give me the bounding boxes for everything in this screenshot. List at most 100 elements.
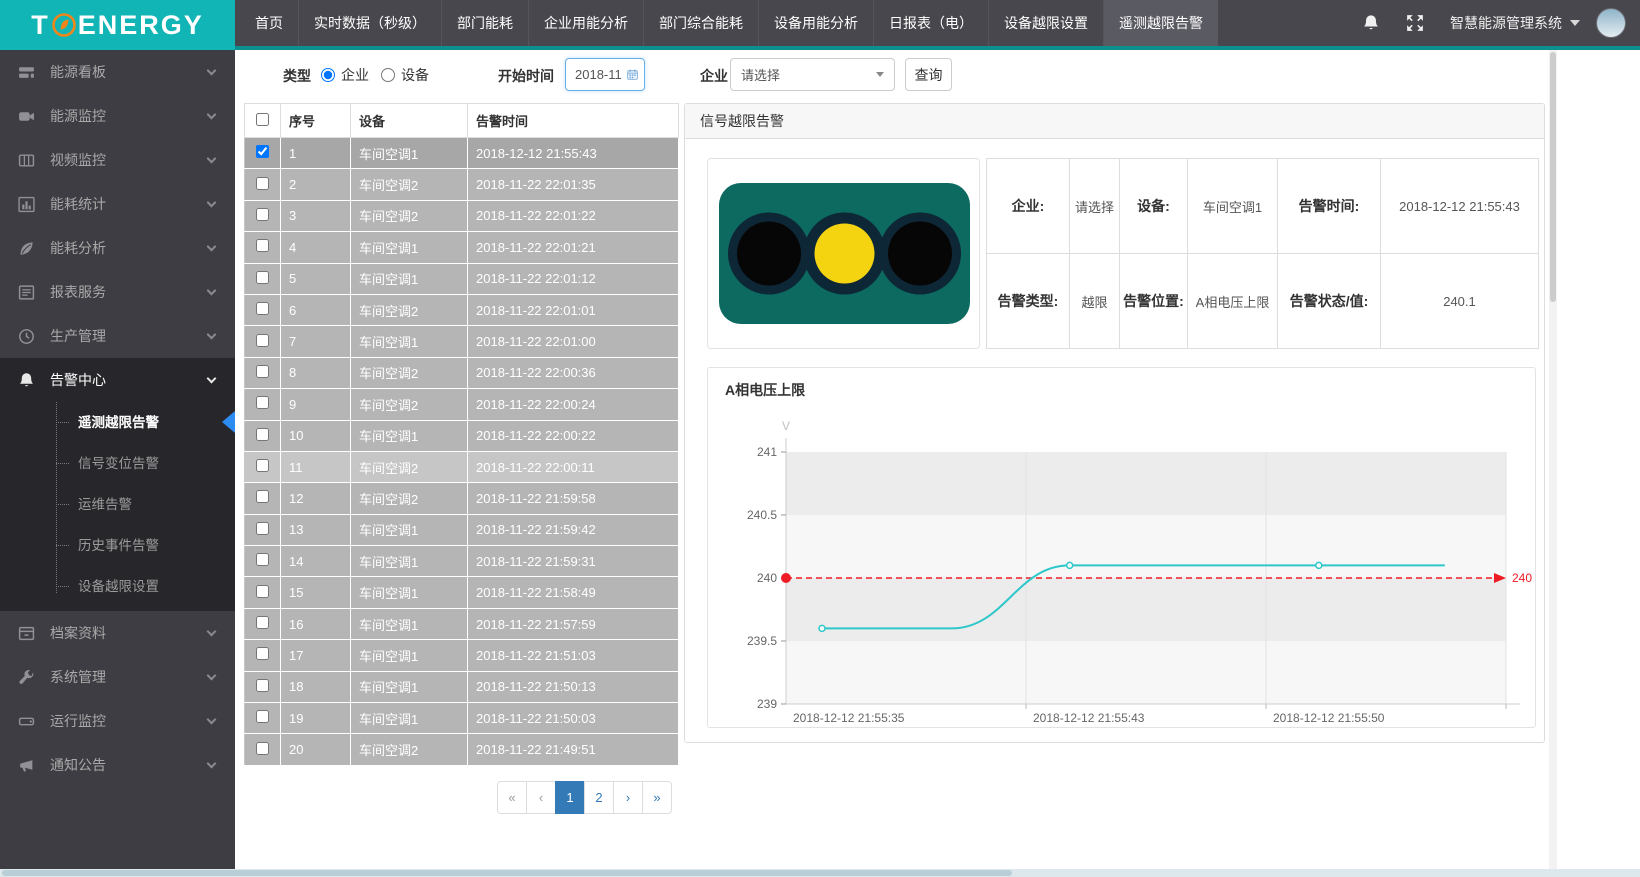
table-row[interactable]: 13车间空调12018-11-22 21:59:42 [245, 514, 679, 545]
cell-device: 车间空调1 [351, 263, 468, 294]
cell-device: 车间空调1 [351, 514, 468, 545]
radio-device-input[interactable] [381, 68, 395, 82]
table-row[interactable]: 7车间空调12018-11-22 22:01:00 [245, 326, 679, 357]
page-button-1[interactable]: 1 [555, 781, 585, 814]
page-button-›[interactable]: › [613, 781, 643, 814]
start-time-field[interactable] [565, 58, 645, 91]
radio-enterprise[interactable]: 企业 [321, 65, 369, 85]
cell-no: 9 [281, 389, 351, 420]
sidebar-item-报表服务[interactable]: 报表服务 [0, 270, 235, 314]
row-checkbox[interactable] [256, 679, 269, 692]
row-checkbox[interactable] [256, 585, 269, 598]
cell-no: 12 [281, 483, 351, 514]
nav-item[interactable]: 企业用能分析 [528, 0, 643, 46]
table-row[interactable]: 9车间空调22018-11-22 22:00:24 [245, 389, 679, 420]
sidebar-subitem-遥测越限告警[interactable]: 遥测越限告警 [0, 402, 235, 443]
row-checkbox[interactable] [256, 522, 269, 535]
row-checkbox[interactable] [256, 553, 269, 566]
notification-bell-icon[interactable] [1362, 14, 1380, 32]
row-checkbox[interactable] [256, 396, 269, 409]
sidebar-item-能耗分析[interactable]: 能耗分析 [0, 226, 235, 270]
row-checkbox-cell [245, 232, 281, 263]
select-all-checkbox[interactable] [256, 113, 269, 126]
vertical-scrollbar[interactable] [1549, 50, 1557, 870]
table-row[interactable]: 18车间空调12018-11-22 21:50:13 [245, 671, 679, 702]
row-checkbox[interactable] [256, 271, 269, 284]
nav-item[interactable]: 日报表（电） [873, 0, 988, 46]
row-checkbox[interactable] [256, 742, 269, 755]
table-row[interactable]: 5车间空调12018-11-22 22:01:12 [245, 263, 679, 294]
nav-item[interactable]: 遥测越限告警 [1103, 0, 1218, 46]
cell-time: 2018-11-22 21:57:59 [468, 608, 679, 639]
radio-device[interactable]: 设备 [381, 65, 429, 85]
row-checkbox[interactable] [256, 490, 269, 503]
row-checkbox[interactable] [256, 302, 269, 315]
page-button-»[interactable]: » [642, 781, 672, 814]
nav-item[interactable]: 首页 [240, 0, 298, 46]
page-button-2[interactable]: 2 [584, 781, 614, 814]
row-checkbox[interactable] [256, 616, 269, 629]
table-row[interactable]: 11车间空调22018-11-22 22:00:11 [245, 451, 679, 482]
sidebar-subitem-运维告警[interactable]: 运维告警 [0, 484, 235, 525]
fullscreen-icon[interactable] [1406, 14, 1424, 32]
kanban-icon [18, 64, 35, 81]
row-checkbox[interactable] [256, 647, 269, 660]
row-checkbox[interactable] [256, 334, 269, 347]
nav-item[interactable]: 实时数据（秒级） [298, 0, 441, 46]
row-checkbox[interactable] [256, 365, 269, 378]
vertical-scrollbar-thumb[interactable] [1550, 52, 1556, 302]
sidebar-subitem-信号变位告警[interactable]: 信号变位告警 [0, 443, 235, 484]
sidebar-subitem-历史事件告警[interactable]: 历史事件告警 [0, 525, 235, 566]
sidebar-item-能源看板[interactable]: 能源看板 [0, 50, 235, 94]
table-row[interactable]: 20车间空调22018-11-22 21:49:51 [245, 734, 679, 765]
table-row[interactable]: 2车间空调22018-11-22 22:01:35 [245, 169, 679, 200]
row-checkbox[interactable] [256, 428, 269, 441]
sidebar-item-能耗统计[interactable]: 能耗统计 [0, 182, 235, 226]
radio-enterprise-input[interactable] [321, 68, 335, 82]
nav-item[interactable]: 设备越限设置 [988, 0, 1103, 46]
calendar-icon[interactable] [627, 67, 638, 82]
cell-no: 18 [281, 671, 351, 702]
horizontal-scrollbar-thumb[interactable] [2, 870, 1012, 876]
table-row[interactable]: 3车间空调22018-11-22 22:01:22 [245, 200, 679, 231]
horizontal-scrollbar[interactable] [0, 869, 1640, 877]
table-row[interactable]: 1车间空调12018-12-12 21:55:43 [245, 138, 679, 169]
sidebar-item-视频监控[interactable]: 视频监控 [0, 138, 235, 182]
table-row[interactable]: 14车间空调12018-11-22 21:59:31 [245, 546, 679, 577]
row-checkbox-cell [245, 169, 281, 200]
nav-item[interactable]: 部门能耗 [441, 0, 528, 46]
table-row[interactable]: 15车间空调12018-11-22 21:58:49 [245, 577, 679, 608]
sidebar-item-能源监控[interactable]: 能源监控 [0, 94, 235, 138]
sidebar-item-通知公告[interactable]: 通知公告 [0, 743, 235, 787]
nav-item[interactable]: 设备用能分析 [758, 0, 873, 46]
table-row[interactable]: 16车间空调12018-11-22 21:57:59 [245, 608, 679, 639]
row-checkbox[interactable] [256, 208, 269, 221]
nav-item[interactable]: 部门综合能耗 [643, 0, 758, 46]
sidebar-item-生产管理[interactable]: 生产管理 [0, 314, 235, 358]
sidebar-subitem-设备越限设置[interactable]: 设备越限设置 [0, 566, 235, 607]
enterprise-select[interactable]: 请选择 [730, 58, 895, 91]
table-row[interactable]: 19车间空调12018-11-22 21:50:03 [245, 703, 679, 734]
sidebar-item-运行监控[interactable]: 运行监控 [0, 699, 235, 743]
table-row[interactable]: 4车间空调12018-11-22 22:01:21 [245, 232, 679, 263]
row-checkbox[interactable] [256, 239, 269, 252]
table-row[interactable]: 8车间空调22018-11-22 22:00:36 [245, 357, 679, 388]
sidebar-item-系统管理[interactable]: 系统管理 [0, 655, 235, 699]
avatar[interactable] [1596, 8, 1626, 38]
megaphone-icon [18, 757, 35, 774]
table-row[interactable]: 10车间空调12018-11-22 22:00:22 [245, 420, 679, 451]
info-value: 车间空调1 [1188, 159, 1278, 254]
sidebar-item-告警中心[interactable]: 告警中心 [0, 358, 235, 402]
table-row[interactable]: 12车间空调22018-11-22 21:59:58 [245, 483, 679, 514]
row-checkbox[interactable] [256, 145, 269, 158]
start-time-input[interactable] [575, 67, 627, 82]
sidebar-item-档案资料[interactable]: 档案资料 [0, 611, 235, 655]
table-row[interactable]: 6车间空调22018-11-22 22:01:01 [245, 294, 679, 325]
bell-icon [18, 372, 35, 389]
row-checkbox[interactable] [256, 710, 269, 723]
row-checkbox[interactable] [256, 459, 269, 472]
table-row[interactable]: 17车间空调12018-11-22 21:51:03 [245, 640, 679, 671]
row-checkbox[interactable] [256, 177, 269, 190]
system-title[interactable]: 智慧能源管理系统 [1450, 13, 1562, 33]
query-button[interactable]: 查询 [905, 58, 952, 91]
